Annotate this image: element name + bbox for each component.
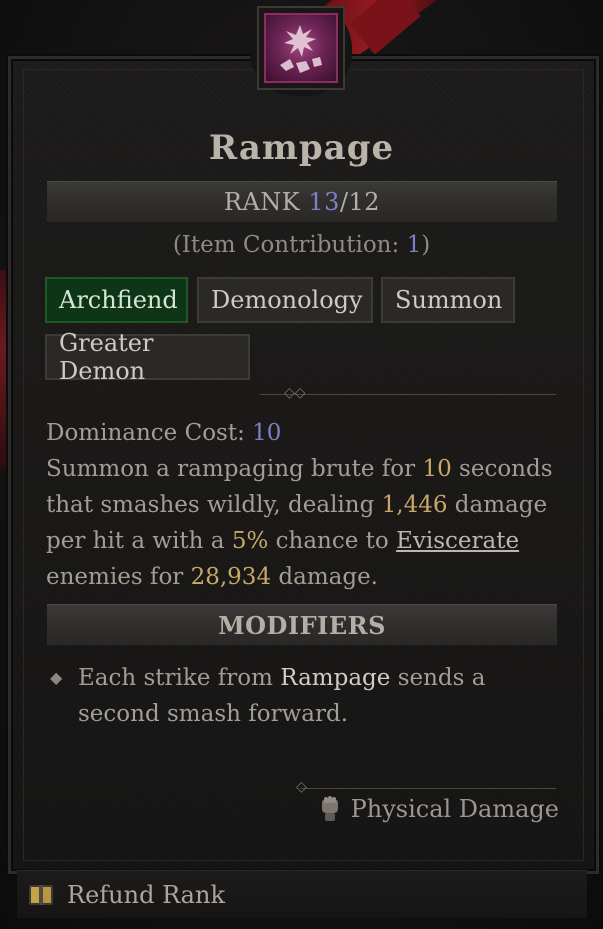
modifier-pre: Each strike from bbox=[78, 665, 281, 691]
desc-chance: 5% bbox=[231, 528, 269, 554]
rank-label: RANK bbox=[223, 188, 301, 216]
desc-duration: 10 bbox=[422, 456, 452, 482]
background-edge bbox=[0, 270, 8, 470]
contribution-suffix: ) bbox=[421, 232, 431, 258]
section-divider bbox=[300, 788, 556, 789]
refund-rank-button[interactable]: Refund Rank bbox=[17, 870, 587, 918]
divider-ornament-icon: ◇◇ bbox=[284, 385, 306, 401]
cost-label: Dominance Cost: bbox=[46, 420, 253, 446]
desc-text: damage. bbox=[271, 564, 378, 590]
bullet-icon: ◆ bbox=[50, 668, 63, 687]
skill-icon-art bbox=[264, 13, 338, 83]
rank-max: 12 bbox=[348, 188, 381, 216]
skill-tooltip-screen: Rampage RANK 13/12 (Item Contribution: 1… bbox=[0, 0, 603, 929]
cost-value: 10 bbox=[252, 420, 282, 446]
desc-damage: 1,446 bbox=[381, 492, 448, 518]
damage-type-label: Physical Damage bbox=[350, 795, 559, 823]
tag-demonology[interactable]: Demonology bbox=[197, 277, 373, 323]
modifier-highlight: Rampage bbox=[280, 665, 391, 691]
desc-text: enemies for bbox=[46, 564, 191, 590]
rank-separator: / bbox=[339, 188, 349, 216]
book-icon bbox=[29, 884, 53, 905]
divider-ornament-icon: ◇ bbox=[296, 779, 307, 795]
rampage-skill-icon bbox=[257, 6, 345, 90]
modifier-item: ◆ Each strike from Rampage sends a secon… bbox=[50, 660, 560, 732]
tag-archfiend[interactable]: Archfiend bbox=[45, 277, 188, 323]
modifier-text: Each strike from Rampage sends a second … bbox=[78, 660, 560, 732]
skill-description: Dominance Cost: 10 Summon a rampaging br… bbox=[46, 415, 561, 595]
desc-text: chance to bbox=[268, 528, 397, 554]
item-contribution: (Item Contribution: 1) bbox=[0, 232, 603, 258]
tag-summon[interactable]: Summon bbox=[381, 277, 515, 323]
fist-icon bbox=[321, 796, 338, 821]
contribution-value: 1 bbox=[406, 232, 422, 258]
rank-bar: RANK 13/12 bbox=[47, 181, 557, 223]
eviscerate-keyword-link[interactable]: Eviscerate bbox=[396, 528, 519, 554]
desc-text: Summon a rampaging brute for bbox=[46, 456, 423, 482]
skill-title: Rampage bbox=[208, 128, 395, 168]
tag-greater-demon[interactable]: Greater Demon bbox=[45, 329, 250, 385]
rank-current: 13 bbox=[308, 188, 340, 216]
contribution-label: (Item Contribution: bbox=[172, 232, 407, 258]
refund-rank-label: Refund Rank bbox=[67, 880, 225, 909]
desc-eviscerate-damage: 28,934 bbox=[190, 564, 272, 590]
modifiers-header: MODIFIERS bbox=[47, 604, 557, 646]
damage-type: Physical Damage bbox=[319, 795, 559, 823]
